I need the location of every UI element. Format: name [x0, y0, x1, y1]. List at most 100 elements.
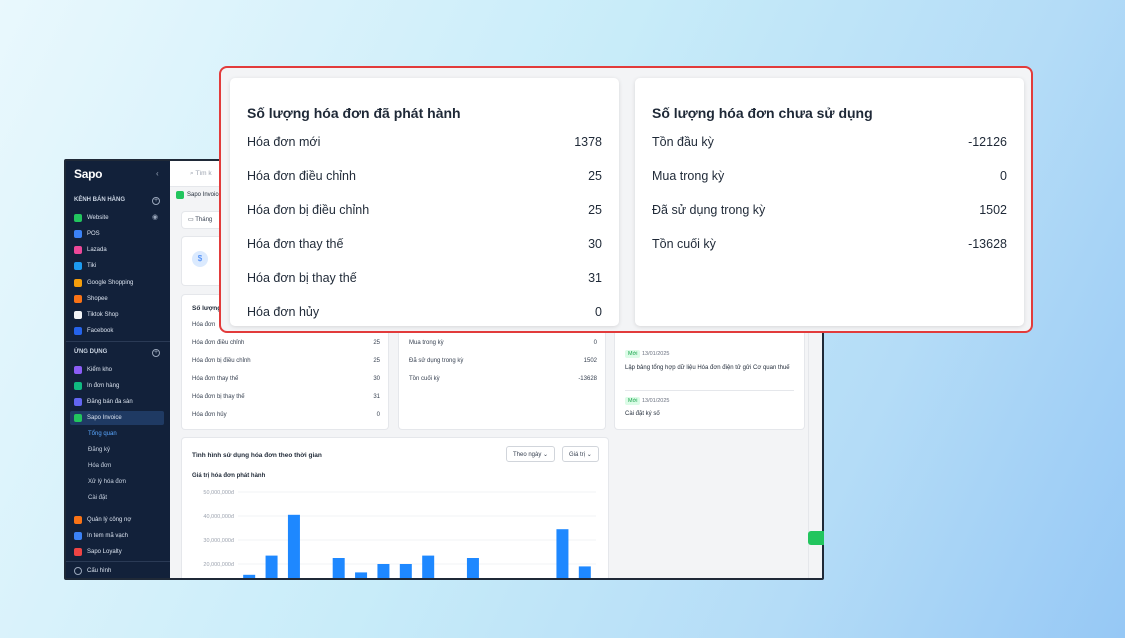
unused-row-purchased: Mua trong kỳ 0: [652, 169, 1007, 183]
y-tick-label: 40,000,000đ: [203, 514, 235, 520]
chart-bar[interactable]: [578, 566, 591, 580]
sidebar-item-pos[interactable]: POS: [74, 227, 164, 241]
sidebar-item-kiem-kho[interactable]: Kiểm kho: [74, 363, 164, 377]
chevron-down-icon: ⌄: [586, 452, 592, 458]
debt-icon: [74, 516, 82, 524]
collapse-chevron-icon[interactable]: ‹: [156, 169, 159, 178]
sidebar-item-shopee[interactable]: Shopee: [74, 292, 164, 306]
news-item-meta: Mới 13/01/2025: [625, 350, 669, 358]
sidebar-divider: [66, 341, 170, 342]
y-tick-label: 50,000,000đ: [203, 490, 235, 496]
sidebar-sub-dang-ky[interactable]: Đăng ký: [88, 447, 110, 453]
sidebar-sub-hoa-don[interactable]: Hóa đơn: [88, 463, 111, 469]
issued-row-cancelled: Hóa đơn hủy 0: [247, 305, 602, 319]
unused-row: Mua trong kỳ 0: [409, 340, 597, 346]
invoice-icon: [74, 414, 82, 422]
sidebar-divider: [66, 561, 170, 562]
app-tab[interactable]: Sapo Invoice: [176, 191, 222, 199]
issued-panel-title: Số lượng hóa đơn đã phát hành: [247, 105, 461, 121]
lazada-icon: [74, 246, 82, 254]
print-order-icon: [74, 382, 82, 390]
sidebar-item-google-shopping[interactable]: Google Shopping: [74, 276, 164, 290]
new-badge: Mới: [625, 397, 641, 405]
y-tick-label: 20,000,000đ: [203, 562, 235, 568]
news-item-text[interactable]: Lập bảng tổng hợp dữ liệu Hóa đơn điện t…: [625, 364, 795, 373]
multi-channel-icon: [74, 398, 82, 406]
bar-chart: 50,000,000đ 40,000,000đ 30,000,000đ 20,000,…: [203, 490, 596, 580]
usage-chart-card: Tình hình sử dụng hóa đơn theo thời gian…: [182, 438, 608, 580]
issued-row: Hóa đơn bị thay thế 31: [192, 394, 380, 400]
tiktok-icon: [74, 311, 82, 319]
metric-dropdown[interactable]: Giá trị ⌄: [562, 446, 599, 462]
chart-bar[interactable]: [399, 564, 412, 580]
sidebar: Sapo ‹ KÊNH BÁN HÀNG + ◉ Website POS Laz…: [66, 161, 170, 578]
tiki-icon: [74, 262, 82, 270]
sidebar-item-sapo-loyalty[interactable]: Sapo Loyalty: [74, 545, 164, 559]
highlight-frame: Số lượng hóa đơn đã phát hành Hóa đơn mớ…: [219, 66, 1033, 333]
chart-bar[interactable]: [556, 529, 569, 580]
loyalty-icon: [74, 548, 82, 556]
month-filter[interactable]: ▭ Tháng: [182, 212, 222, 228]
search-field[interactable]: ⌕ Tìm k: [190, 170, 212, 178]
barcode-icon: [74, 532, 82, 540]
sidebar-item-in-tem-ma-vach[interactable]: In tem mã vạch: [74, 529, 164, 543]
sidebar-sub-cai-dat[interactable]: Cài đặt: [88, 495, 107, 501]
chart-bar[interactable]: [265, 555, 278, 580]
sidebar-item-lazada[interactable]: Lazada: [74, 243, 164, 257]
sidebar-item-quan-ly-cong-no[interactable]: Quản lý công nợ: [74, 513, 164, 527]
add-channel-icon[interactable]: +: [152, 197, 160, 205]
issued-row: Hóa đơn thay thế 30: [192, 376, 380, 382]
issued-row: Hóa đơn bị điều chỉnh 25: [192, 358, 380, 364]
issued-row: Hóa đơn hủy 0: [192, 412, 380, 418]
news-item-meta: Mới 13/01/2025: [625, 397, 669, 405]
chart-card-title: Tình hình sử dụng hóa đơn theo thời gian: [192, 452, 322, 459]
sidebar-item-dang-ban-da-san[interactable]: Đăng bán đa sàn: [74, 395, 164, 409]
unused-row: Đã sử dụng trong kỳ 1502: [409, 358, 597, 364]
sapo-logo: Sapo: [74, 167, 103, 181]
issued-row: Hóa đơn điều chỉnh 25: [192, 340, 380, 346]
issued-row-new: Hóa đơn mới 1378: [247, 135, 602, 149]
google-shopping-icon: [74, 279, 82, 287]
unused-invoices-panel: Số lượng hóa đơn chưa sử dụng Tồn đầu kỳ…: [635, 78, 1024, 326]
sidebar-item-website[interactable]: Website: [74, 211, 164, 225]
news-divider: [625, 390, 794, 391]
news-item-text[interactable]: Cài đặt ký số: [625, 411, 660, 417]
sidebar-item-sapo-invoice[interactable]: Sapo Invoice: [70, 411, 164, 425]
chevron-down-icon: ⌄: [543, 452, 549, 458]
add-app-icon[interactable]: +: [152, 349, 160, 357]
chat-bubble-icon[interactable]: [808, 531, 824, 545]
invoice-app-icon: [176, 191, 184, 199]
sidebar-item-tiki[interactable]: Tiki: [74, 259, 164, 273]
unused-row-closing: Tồn cuối kỳ -13628: [652, 237, 1007, 251]
issued-card-title: Số lượng: [192, 305, 222, 312]
facebook-icon: [74, 327, 82, 335]
shopee-icon: [74, 295, 82, 303]
period-dropdown[interactable]: Theo ngày ⌄: [506, 446, 556, 462]
sales-section-label: KÊNH BÁN HÀNG: [74, 197, 125, 203]
chart-bar[interactable]: [243, 574, 256, 580]
sidebar-item-facebook[interactable]: Facebook: [74, 324, 164, 338]
issued-invoices-panel: Số lượng hóa đơn đã phát hành Hóa đơn mớ…: [230, 78, 619, 326]
chart-title: Giá trị hóa đơn phát hành: [192, 473, 266, 479]
chart-bar[interactable]: [355, 572, 368, 580]
issued-row-adjusted: Hóa đơn bị điều chỉnh 25: [247, 203, 602, 217]
money-icon: $: [192, 251, 208, 267]
apps-section-label: ỨNG DỤNG: [74, 349, 108, 355]
sidebar-item-tiktok-shop[interactable]: Tiktok Shop: [74, 308, 164, 322]
chart-bar[interactable]: [377, 564, 390, 580]
new-badge: Mới: [625, 350, 641, 358]
sidebar-sub-tong-quan[interactable]: Tổng quan: [88, 431, 117, 437]
chart-bar[interactable]: [422, 555, 435, 580]
y-tick-label: 30,000,000đ: [203, 538, 235, 544]
chart-bar[interactable]: [466, 558, 479, 580]
unused-row-used: Đã sử dụng trong kỳ 1502: [652, 203, 1007, 217]
sidebar-item-in-don-hang[interactable]: In đơn hàng: [74, 379, 164, 393]
settings-gear-icon: [74, 567, 82, 575]
summary-card: $: [182, 237, 222, 285]
website-icon: [74, 214, 82, 222]
chart-bar[interactable]: [287, 514, 300, 580]
sidebar-item-cau-hinh[interactable]: Cấu hình: [74, 564, 164, 578]
chart-bar[interactable]: [332, 558, 345, 580]
issued-row-replace: Hóa đơn thay thế 30: [247, 237, 602, 251]
sidebar-sub-xu-ly-hoa-don[interactable]: Xử lý hóa đơn: [88, 479, 126, 485]
